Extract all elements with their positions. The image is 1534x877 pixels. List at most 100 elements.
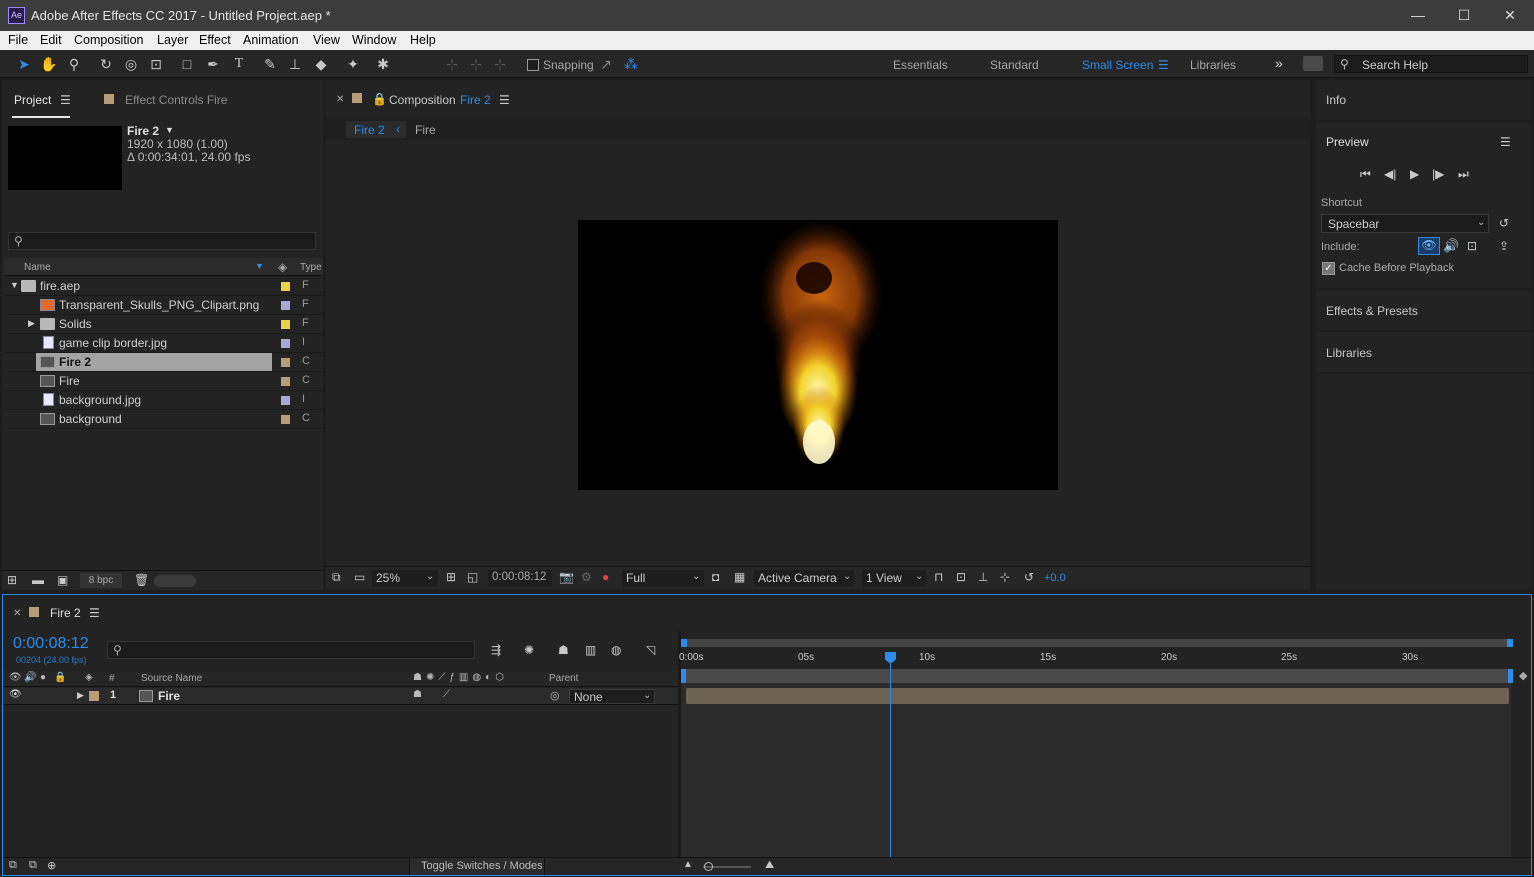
snap-edges-icon[interactable]: ↗ [596,54,616,74]
new-folder-icon[interactable]: ▬ [32,573,44,587]
flowchart-icon[interactable]: ⊹ [1000,570,1010,584]
label-color[interactable] [281,377,290,386]
composition-tab-label[interactable]: Composition [389,93,456,107]
motion-blur-icon[interactable]: ◍ [611,643,621,657]
list-item[interactable]: background.jpg I [6,391,324,410]
timeline-tab-name[interactable]: Fire 2 [50,606,81,620]
menu-help[interactable]: Help [410,33,436,47]
comp-marker-bin-icon[interactable]: ◆ [1519,669,1527,682]
rotate-tool-icon[interactable]: ↻ [96,54,116,74]
collapse-arrow-icon[interactable]: ▼ [10,280,19,290]
play-icon[interactable]: ▶ [1410,167,1419,181]
include-video-icon[interactable]: 👁 [1418,237,1440,255]
label-color[interactable] [281,320,290,329]
hand-tool-icon[interactable]: ✋ [39,54,59,74]
column-name[interactable]: Name [24,262,51,273]
navigator-end-handle[interactable] [1507,639,1513,647]
comp-mini-flowchart-icon[interactable]: ⇶ [491,643,501,657]
zoom-in-icon[interactable]: ⛰ [765,859,774,872]
rectangle-tool-icon[interactable]: □ [177,54,197,74]
type-tool-icon[interactable]: T [229,54,249,74]
list-item[interactable]: background C [6,410,324,429]
current-time-indicator[interactable] [890,664,891,857]
layer-switches-pane-icon[interactable]: ⧉ [9,859,17,872]
navigator-start-handle[interactable] [681,639,687,647]
view-axis-icon[interactable]: ⊹ [490,54,510,74]
include-audio-icon[interactable]: 🔊 [1443,238,1459,254]
more-workspaces-icon[interactable]: » [1275,55,1283,71]
show-snapshot-icon[interactable]: ⚙ [581,570,592,584]
graph-editor-icon[interactable]: ◹ [646,643,655,657]
composition-viewer[interactable] [578,220,1058,490]
label-color[interactable] [281,339,290,348]
in-out-pane-icon[interactable]: ⊕ [47,859,56,872]
audio-switch-icon[interactable]: 🔊 [24,672,36,683]
label-color[interactable] [281,415,290,424]
exposure-value[interactable]: +0.0 [1044,572,1066,584]
transparency-grid-icon[interactable]: ▦ [734,570,745,584]
label-color[interactable] [281,282,290,291]
previous-frame-icon[interactable]: ◀| [1384,167,1396,181]
frame-blending-icon[interactable]: ▥ [585,643,596,657]
column-source-name[interactable]: Source Name [141,673,202,684]
list-item-selected[interactable]: Fire 2 C [6,353,324,372]
trash-icon[interactable]: 🗑 [134,573,149,587]
reset-shortcut-icon[interactable]: ↺ [1499,216,1509,230]
new-composition-icon[interactable]: ▣ [57,573,68,587]
layer-label-color[interactable] [89,691,99,701]
first-frame-icon[interactable]: ⏮ [1360,167,1371,182]
layer-name[interactable]: Fire [158,689,180,703]
tab-project[interactable]: Project [14,93,51,107]
list-item[interactable]: Fire C [6,372,324,391]
resolution-grid-icon[interactable]: ⊞ [446,570,456,584]
work-area-start-handle[interactable] [681,669,686,683]
menu-effect[interactable]: Effect [199,33,231,47]
list-item[interactable]: ▼ fire.aep F [6,277,324,296]
time-navigator[interactable] [681,639,1513,647]
world-axis-icon[interactable]: ⊹ [466,54,486,74]
zoom-tool-icon[interactable]: ⚲ [64,54,84,74]
channels-icon[interactable]: ● [602,570,609,584]
workspace-menu-icon[interactable]: ☰ [1158,58,1169,72]
parent-select[interactable]: None ⌄ [569,689,655,704]
list-item[interactable]: Transparent_Skulls_PNG_Clipart.png F [6,296,324,315]
layer-duration-bar[interactable] [686,688,1509,704]
label-color[interactable] [281,301,290,310]
work-area-end-handle[interactable] [1508,669,1513,683]
modes-pane-icon[interactable]: ⧉ [29,859,37,872]
column-type[interactable]: Type [300,262,322,273]
roto-brush-icon[interactable]: ✦ [343,54,363,74]
close-button[interactable]: ✕ [1487,4,1533,28]
snapping-checkbox[interactable] [527,59,539,71]
pick-whip-icon[interactable]: ◎ [550,689,560,702]
breadcrumb-item-active[interactable]: Fire 2 [354,123,385,137]
orbit-camera-icon[interactable]: ◎ [121,54,141,74]
search-help-input[interactable]: Search Help [1362,58,1428,72]
selected-item-dropdown-icon[interactable]: ▼ [165,125,174,135]
shortcut-select[interactable]: Spacebar ⌄ [1321,214,1489,233]
label-color[interactable] [281,358,290,367]
include-overlays-icon[interactable]: ⊡ [1467,239,1477,253]
draft-3d-icon[interactable]: ✺ [524,643,534,657]
display-icon[interactable]: ▭ [354,570,365,584]
menu-layer[interactable]: Layer [157,33,188,47]
shy-switch-icon[interactable]: ☗ [413,689,422,700]
toggle-pixel-aspect-icon[interactable]: ⊓ [934,570,943,584]
current-time-display[interactable]: 0:00:08:12 [488,570,552,587]
workspace-small-screen[interactable]: Small Screen [1082,58,1153,72]
preview-panel-title[interactable]: Preview [1326,135,1369,149]
breadcrumb-item[interactable]: Fire [415,123,436,137]
info-panel-title[interactable]: Info [1326,93,1346,107]
list-item[interactable]: game clip border.jpg I [6,334,324,353]
export-preview-icon[interactable]: ⇪ [1499,239,1509,253]
timeline-search-input[interactable]: ⚲ [107,641,475,659]
menu-composition[interactable]: Composition [74,33,143,47]
libraries-title[interactable]: Libraries [1326,346,1372,360]
toggle-switches-modes-button[interactable]: Toggle Switches / Modes [409,858,545,875]
local-axis-icon[interactable]: ⊹ [442,54,462,74]
lock-icon[interactable]: 🔒 [372,92,387,106]
project-search-input[interactable]: ⚲ [8,232,316,250]
timeline-menu-icon[interactable]: ☰ [89,606,100,620]
work-area-bar[interactable] [681,669,1513,683]
label-color[interactable] [281,396,290,405]
